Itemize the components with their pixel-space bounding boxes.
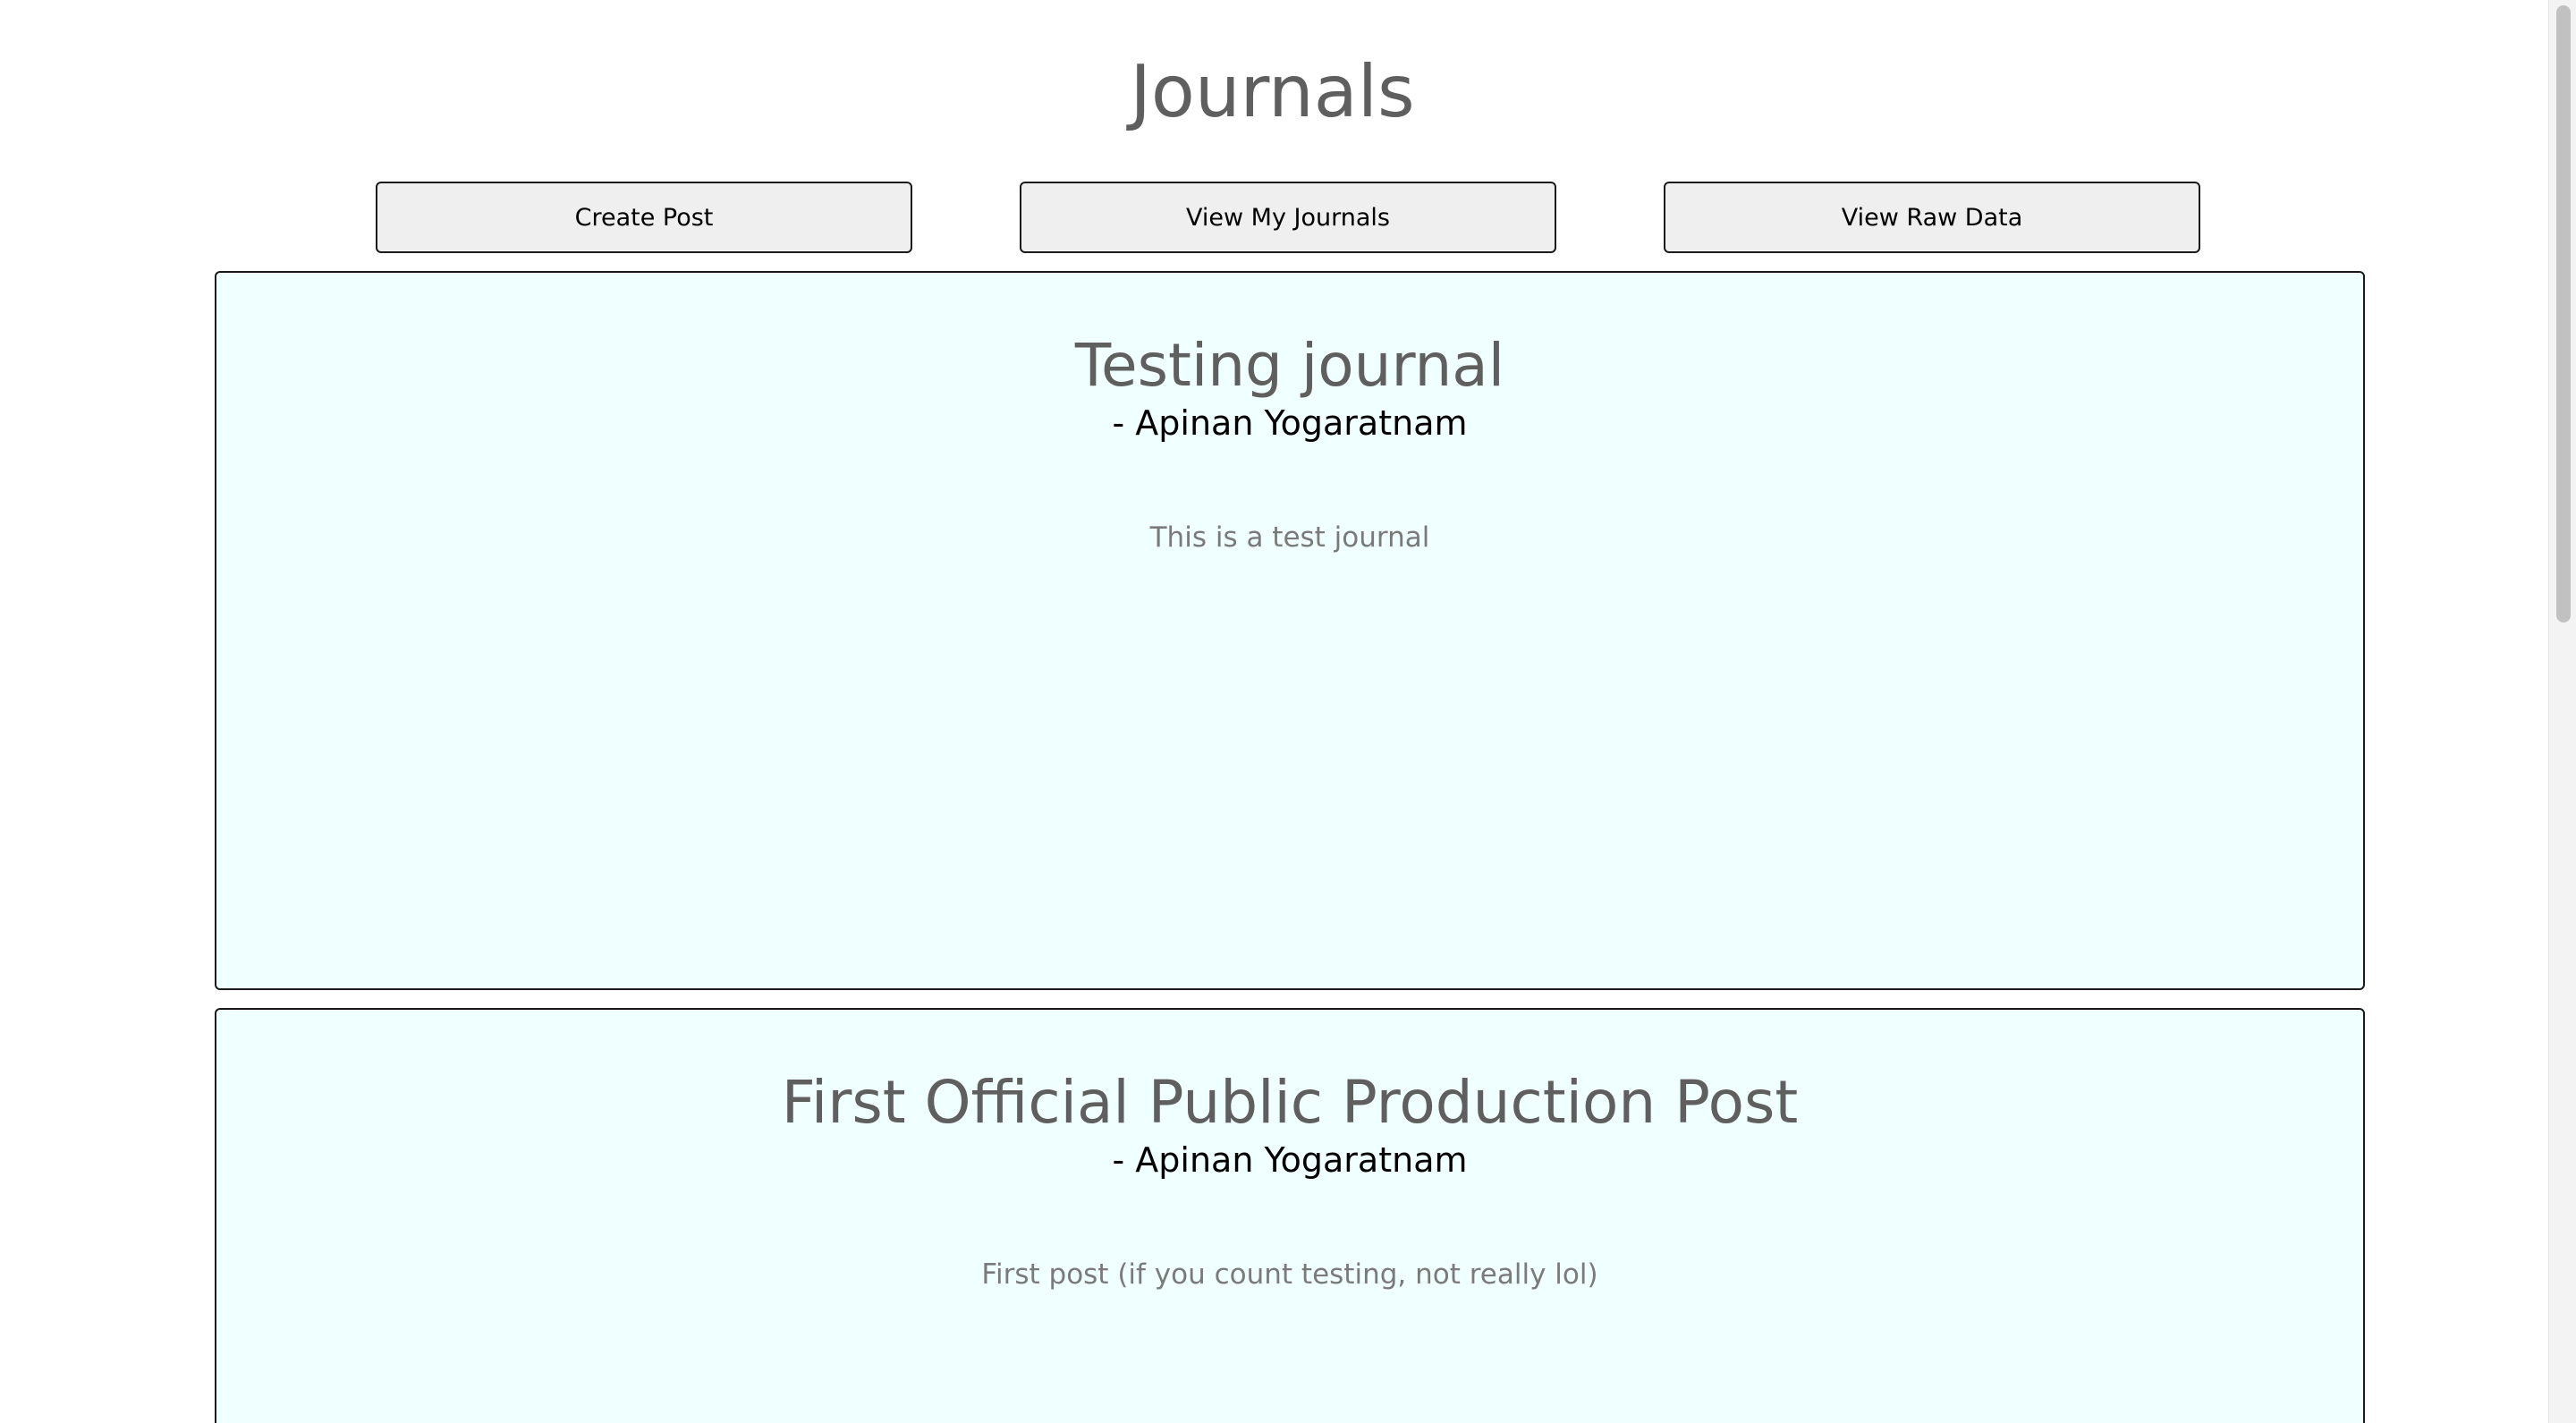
journal-card: Testing journal - Apinan Yogaratnam This… — [215, 271, 2365, 990]
create-post-button[interactable]: Create Post — [376, 182, 912, 253]
journal-author: - Apinan Yogaratnam — [1112, 1140, 1468, 1180]
journal-body: First post (if you count testing, not re… — [981, 1258, 1598, 1291]
view-my-journals-button[interactable]: View My Journals — [1020, 182, 1556, 253]
journal-title: First Official Public Production Post — [781, 1068, 1799, 1137]
journal-author: - Apinan Yogaratnam — [1112, 403, 1468, 443]
journal-card: First Official Public Production Post - … — [215, 1008, 2365, 1423]
page-title: Journals — [1130, 50, 1415, 133]
journal-title: Testing journal — [1074, 331, 1505, 400]
scrollbar-thumb[interactable] — [2556, 5, 2571, 623]
vertical-scrollbar[interactable] — [2548, 0, 2576, 1423]
journal-body: This is a test journal — [1149, 521, 1430, 554]
view-raw-data-button[interactable]: View Raw Data — [1664, 182, 2200, 253]
